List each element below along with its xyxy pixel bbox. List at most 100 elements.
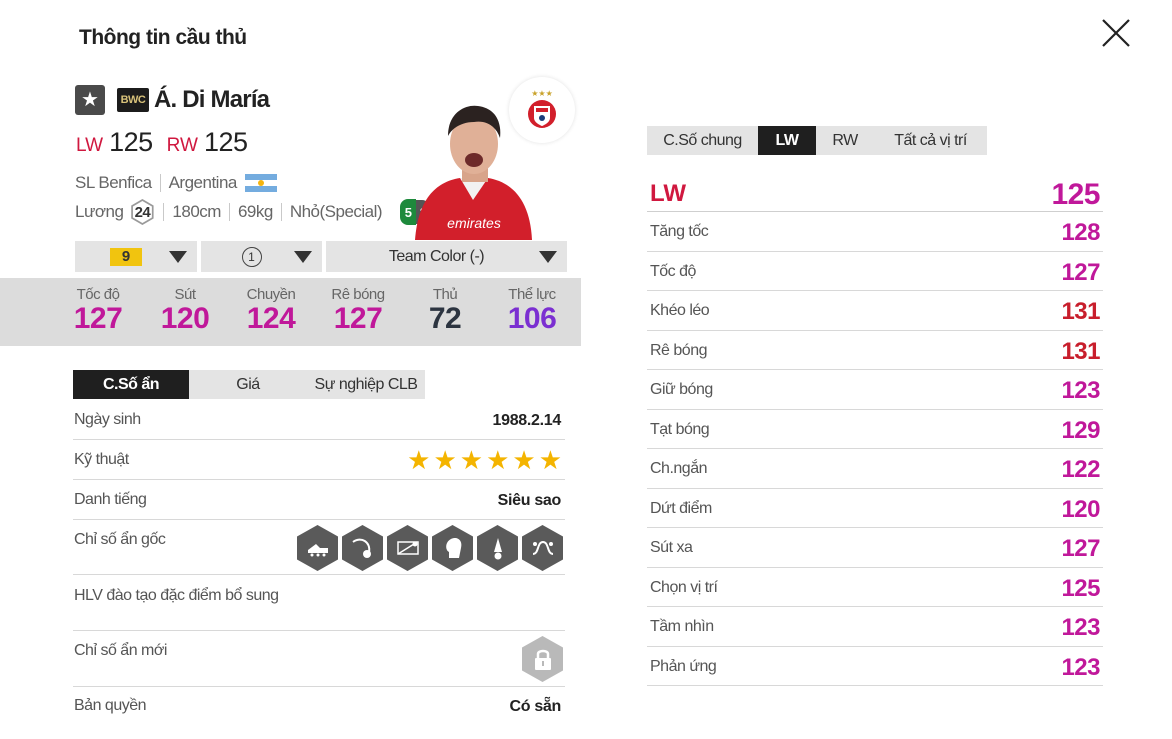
tab-overall[interactable]: C.Số chung [647,126,758,155]
birth-value: 1988.2.14 [492,412,562,429]
skill-stars: ★ ★ ★ ★ ★ ★ [407,447,562,473]
attribute-value: 129 [1061,416,1100,444]
attribute-value: 131 [1061,298,1100,325]
attribute-label: Tăng tốc [650,223,709,240]
shirt-ball-icon[interactable] [477,525,518,571]
info-row-skill: Kỹ thuật ★ ★ ★ ★ ★ ★ [73,441,565,480]
attribute-label: Khéo léo [650,302,710,319]
height-value: 180cm [172,202,221,221]
grade-dropdown[interactable]: 9 [75,241,197,272]
position-ovr: 125 [109,127,153,157]
favorite-star-button[interactable]: ★ [75,85,105,115]
caret-down-icon [539,251,557,263]
info-row-traits: Chỉ số ẩn gốc [73,521,565,575]
attribute-label: Giữ bóng [650,381,713,398]
position-overall-row: LW 125 [647,175,1103,212]
attribute-value: 123 [1061,377,1100,404]
main-stat-value: 120 [160,302,210,335]
position-tabs: C.Số chung LW RW Tất cả vị trí [647,126,987,155]
attribute-value: 123 [1061,653,1100,681]
attribute-value: 128 [1061,219,1100,246]
main-stat-value: 127 [73,302,123,335]
main-stat-value: 127 [333,302,383,335]
attribute-value: 131 [1061,337,1100,365]
salary-value: 24 [132,201,152,223]
position-ratings: LW 125 RW 125 [76,127,256,158]
birth-label: Ngày sinh [74,411,141,428]
main-stat-label: Thủ [432,286,458,303]
season-badge-label: BWC [120,94,146,106]
star-icon: ★ [407,445,431,475]
position-tag: LW [76,135,104,156]
position-overall-value: 125 [1051,178,1100,211]
salary-hex-icon: 24 [131,199,154,225]
main-stat-label: Tốc độ [76,286,120,303]
tab-price[interactable]: Giá [189,370,307,399]
trait-icons [297,525,563,571]
benfica-crest-icon: ★★★ [528,89,556,128]
attribute-label: Rê bóng [650,341,708,359]
star-icon: ★ [486,445,510,475]
tab-lw[interactable]: LW [758,126,816,155]
caret-down-icon [169,251,187,263]
boot-icon[interactable] [297,525,338,571]
argentina-flag-icon [244,174,277,192]
attribute-row: Tầm nhìn 123 [647,608,1103,647]
attribute-label: Dứt điểm [650,499,712,517]
tab-rw[interactable]: RW [816,126,874,155]
main-stat-value: 124 [246,302,296,335]
license-label: Bản quyền [74,697,147,714]
club-nation-line: SL Benfica Argentina [75,173,277,193]
head-icon[interactable] [432,525,473,571]
tab-club-career[interactable]: Sự nghiệp CLB [307,370,425,399]
attribute-row: Chọn vị trí 125 [647,569,1103,607]
main-stat: Thủ 72 [405,286,485,335]
info-row-birth: Ngày sinh 1988.2.14 [73,401,565,440]
main-stat: Chuyền 124 [231,286,311,335]
main-stat-value: 106 [507,302,557,335]
coach-label: HLV đào tạo đặc điểm bổ sung [74,587,279,604]
divider [159,174,161,192]
tab-all-positions[interactable]: Tất cả vị trí [874,126,987,155]
salary-label: Lương [75,202,124,221]
star-icon: ★ [459,445,484,475]
dribble-path-icon[interactable] [522,525,563,571]
attribute-value: 127 [1061,535,1100,562]
club-logo-benfica: ★★★ [509,77,575,143]
close-icon [1102,19,1130,47]
ball-curve-icon[interactable] [342,525,383,571]
attribute-value: 123 [1061,614,1100,641]
main-stat-label: Thể lực [508,286,556,303]
attribute-label: Tốc độ [650,262,696,280]
info-row-license: Bản quyền Có sẵn [73,688,565,728]
star-icon: ★ [538,445,562,475]
weight-value: 69kg [237,202,273,221]
license-value: Có sẵn [509,698,561,715]
attribute-label: Ch.ngắn [650,460,708,477]
locked-trait-slot[interactable] [522,636,563,682]
reputation-label: Danh tiếng [74,491,147,508]
team-color-dropdown[interactable]: Team Color (-) [326,241,567,272]
attribute-label: Sút xa [650,539,693,556]
reputation-value: Siêu sao [497,492,562,509]
close-button[interactable] [1100,17,1132,49]
goal-net-icon[interactable] [387,525,428,571]
position-overall-label: LW [650,180,686,207]
attribute-label: Chọn vị trí [650,578,718,596]
club-name: SL Benfica [75,173,152,192]
main-stat: Sút 120 [145,286,225,335]
attribute-row: Tạt bóng 129 [647,411,1103,449]
position-tag: RW [166,135,198,156]
attribute-label: Tạt bóng [650,420,710,438]
team-color-label: Team Color (-) [388,247,485,265]
main-stat-label: Sút [174,286,196,303]
traits-label: Chỉ số ẩn gốc [74,531,166,548]
page-title: Thông tin cầu thủ [79,26,247,49]
attribute-value: 127 [1061,258,1100,286]
level-dropdown[interactable]: 1 [201,241,322,272]
star-icon: ★ [81,89,99,111]
divider [228,203,230,221]
info-row-coach: HLV đào tạo đặc điểm bổ sung [73,576,565,631]
tab-hidden-stats[interactable]: C.Số ẩn [73,370,189,399]
attribute-label: Tầm nhìn [650,618,714,635]
